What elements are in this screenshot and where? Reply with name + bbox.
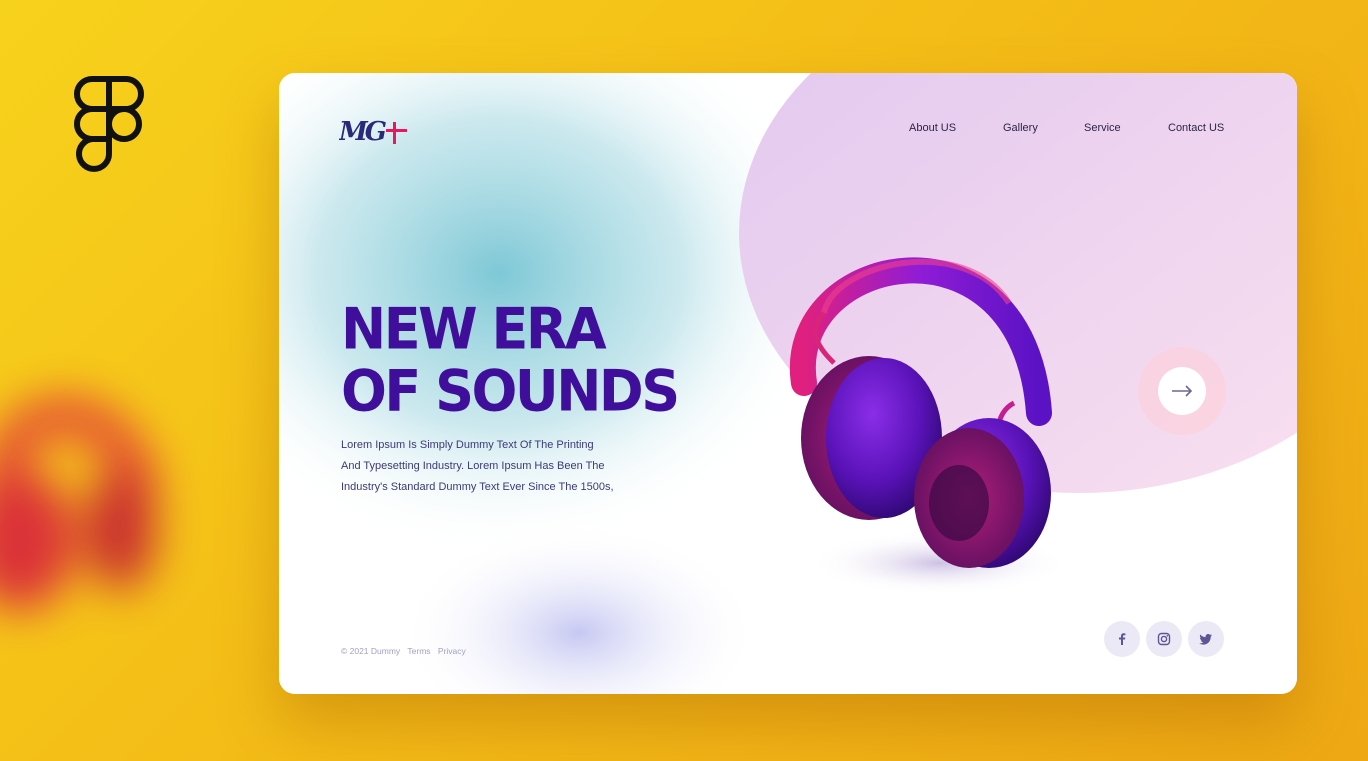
headphones-product-image <box>789 257 1052 568</box>
nav-contact-us[interactable]: Contact US <box>1168 122 1224 134</box>
svg-text:MG: MG <box>339 117 387 147</box>
headline-line-2: OF SOUNDS <box>341 357 680 424</box>
footer: © 2021 Dummy Terms Privacy <box>341 646 471 656</box>
nav-about-us[interactable]: About US <box>909 122 956 134</box>
facebook-button[interactable] <box>1104 621 1140 657</box>
footer-terms-link[interactable]: Terms <box>407 646 430 656</box>
footer-privacy-link[interactable]: Privacy <box>438 646 466 656</box>
twitter-button[interactable] <box>1188 621 1224 657</box>
facebook-icon <box>1119 633 1126 645</box>
nav-gallery[interactable]: Gallery <box>1003 122 1038 134</box>
footer-copyright: © 2021 Dummy <box>341 646 401 656</box>
landing-card: MG About US Gallery Service Contact US N… <box>279 73 1297 694</box>
description-line-1: Lorem Ipsum Is Simply Dummy Text Of The … <box>341 439 594 451</box>
hero-headline: NEW ERA OF SOUNDS <box>341 298 761 422</box>
figma-logo-icon <box>74 76 144 172</box>
instagram-button[interactable] <box>1146 621 1182 657</box>
next-button[interactable] <box>1158 367 1206 415</box>
headline-line-1: NEW ERA <box>341 295 607 363</box>
description-line-3: Industry's Standard Dummy Text Ever Sinc… <box>341 481 614 493</box>
hero-description: Lorem Ipsum Is Simply Dummy Text Of The … <box>341 435 671 498</box>
brand-logo[interactable]: MG <box>339 113 419 147</box>
blurred-headphone-image <box>0 399 157 610</box>
nav-service[interactable]: Service <box>1084 122 1121 134</box>
instagram-icon <box>1157 632 1171 646</box>
twitter-icon <box>1199 634 1212 645</box>
description-line-2: And Typesetting Industry. Lorem Ipsum Ha… <box>341 460 605 472</box>
next-button-ring <box>1138 347 1226 435</box>
arrow-right-icon <box>1172 385 1193 397</box>
